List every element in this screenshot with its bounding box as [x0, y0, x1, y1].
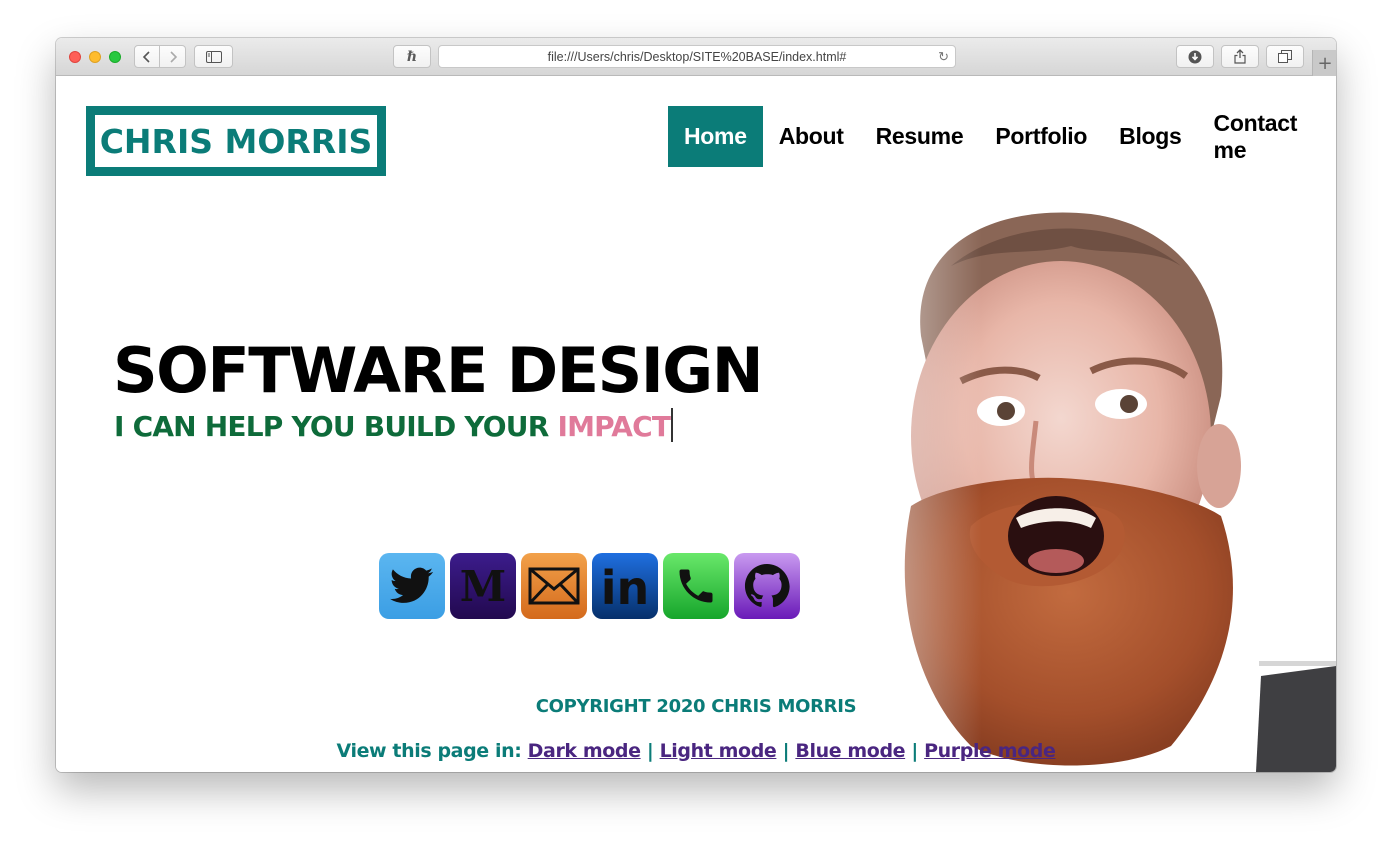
nav-contact[interactable]: Contact me [1198, 106, 1336, 167]
tagline-prefix: I can help you build your [114, 410, 558, 443]
separator: | [646, 740, 654, 762]
forward-button[interactable] [160, 45, 186, 68]
hero-headline: Software design [113, 334, 764, 407]
nav-resume[interactable]: Resume [860, 106, 980, 167]
share-button[interactable] [1221, 45, 1259, 68]
email-link[interactable] [521, 553, 587, 619]
tagline-highlight: impact [557, 410, 671, 443]
linkedin-icon: in [601, 562, 650, 610]
svg-text:in: in [601, 562, 650, 610]
reload-icon[interactable]: ↻ [938, 49, 949, 65]
svg-text:M: M [460, 563, 507, 609]
address-bar[interactable]: file:///Users/chris/Desktop/SITE%20BASE/… [438, 45, 956, 68]
phone-icon [679, 569, 713, 603]
downloads-button[interactable] [1176, 45, 1214, 68]
new-tab-button[interactable]: + [1312, 50, 1336, 76]
url-text: file:///Users/chris/Desktop/SITE%20BASE/… [547, 49, 847, 64]
extension-button[interactable]: ℏ [393, 45, 431, 68]
copyright-text: Copyright 2020 Chris Morris [535, 696, 857, 717]
blue-mode-link[interactable]: Blue mode [795, 740, 905, 762]
history-nav [134, 45, 186, 68]
light-mode-link[interactable]: Light mode [660, 740, 777, 762]
zoom-window-button[interactable] [109, 51, 121, 63]
hero-portrait [791, 206, 1336, 772]
page-viewport: CHRIS MORRIS Home About Resume Portfolio… [56, 76, 1336, 772]
typing-cursor [671, 408, 674, 442]
chevron-right-icon [169, 50, 177, 63]
browser-window: ℏ file:///Users/chris/Desktop/SITE%20BAS… [56, 38, 1336, 772]
site-logo[interactable]: CHRIS MORRIS [86, 106, 386, 176]
nav-blogs[interactable]: Blogs [1103, 106, 1197, 167]
social-links: M in [379, 553, 800, 619]
logo-text: CHRIS MORRIS [99, 121, 373, 161]
purple-mode-link[interactable]: Purple mode [924, 740, 1056, 762]
tabs-icon [1278, 50, 1292, 63]
sidebar-toggle-button[interactable] [194, 45, 233, 68]
hero-tagline: I can help you build your impact [114, 408, 674, 443]
show-tabs-button[interactable] [1266, 45, 1304, 68]
medium-icon: M [460, 563, 507, 609]
separator: | [782, 740, 790, 762]
theme-switcher: View this page in: Dark mode | Light mod… [56, 740, 1336, 762]
hypothesis-icon: ℏ [406, 48, 418, 65]
theme-switcher-label: View this page in: [336, 740, 522, 762]
twitter-link[interactable] [379, 553, 445, 619]
phone-link[interactable] [663, 553, 729, 619]
github-icon [744, 563, 790, 608]
twitter-icon [390, 567, 434, 603]
dark-mode-link[interactable]: Dark mode [528, 740, 641, 762]
chevron-left-icon [142, 50, 150, 63]
browser-toolbar: ℏ file:///Users/chris/Desktop/SITE%20BAS… [56, 38, 1336, 76]
nav-portfolio[interactable]: Portfolio [979, 106, 1103, 167]
nav-home[interactable]: Home [668, 106, 763, 167]
plus-icon: + [1317, 52, 1333, 74]
medium-link[interactable]: M [450, 553, 516, 619]
separator: | [911, 740, 918, 762]
github-link[interactable] [734, 553, 800, 619]
nav-about[interactable]: About [763, 106, 860, 167]
linkedin-link[interactable]: in [592, 553, 658, 619]
main-nav: Home About Resume Portfolio Blogs Contac… [668, 106, 1336, 167]
minimize-window-button[interactable] [89, 51, 101, 63]
sidebar-icon [205, 50, 222, 63]
mail-icon [528, 567, 580, 605]
close-window-button[interactable] [69, 51, 81, 63]
back-button[interactable] [134, 45, 160, 68]
share-icon [1234, 49, 1246, 64]
download-icon [1188, 50, 1202, 63]
